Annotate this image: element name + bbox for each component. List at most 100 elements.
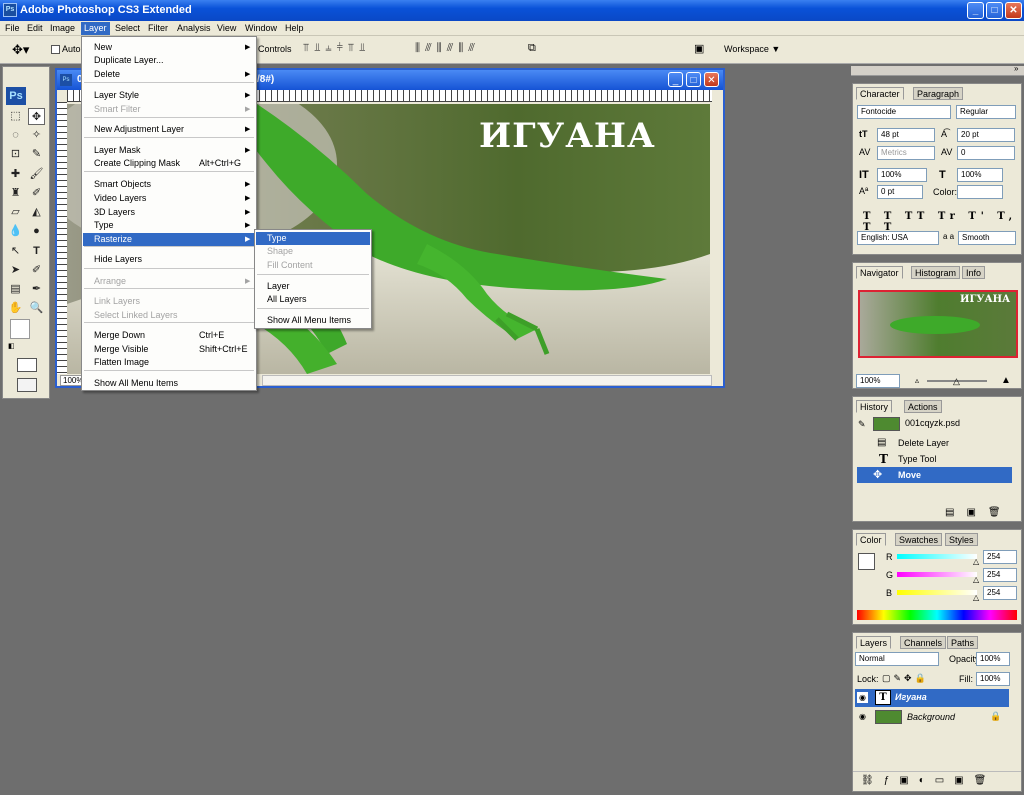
opacity-field[interactable]: 100% xyxy=(976,652,1010,666)
layer-menu-item[interactable]: Flatten Image xyxy=(83,356,255,369)
paint-bucket-icon[interactable]: ◭ xyxy=(28,204,45,221)
color-spectrum-bar[interactable] xyxy=(857,610,1017,620)
auto-select-checkbox[interactable] xyxy=(51,45,60,54)
rasterize-menu-item[interactable]: Show All Menu Items xyxy=(256,314,370,327)
tab-info[interactable]: Info xyxy=(962,266,986,279)
tab-navigator[interactable]: Navigator xyxy=(856,266,903,279)
zoom-tool-icon[interactable]: 🔍 xyxy=(28,300,45,317)
menu-select[interactable]: Select xyxy=(112,22,143,35)
navigator-thumbnail[interactable]: ИГУАНА xyxy=(858,290,1018,358)
tab-swatches[interactable]: Swatches xyxy=(895,533,943,546)
rasterize-menu-item[interactable]: All Layers xyxy=(256,293,370,306)
g-field[interactable]: 254 xyxy=(983,568,1017,582)
direct-selection-icon[interactable]: ➤ xyxy=(7,262,24,279)
layer-menu-item[interactable]: Delete ▶ xyxy=(83,68,255,81)
r-slider-thumb[interactable]: △ xyxy=(973,557,979,566)
marquee-tool-icon[interactable]: ⬚ xyxy=(7,108,24,125)
history-item[interactable]: ▤ Delete Layer xyxy=(857,435,1012,451)
healing-brush-icon[interactable]: ✚ xyxy=(7,166,24,183)
type-tool-icon[interactable]: T xyxy=(28,243,45,260)
crop-tool-icon[interactable]: ⊡ xyxy=(7,146,24,163)
leading-field[interactable]: 20 pt xyxy=(957,128,1015,142)
lock-icons[interactable]: ▢✎✥🔒 xyxy=(882,673,929,684)
layer-menu-item[interactable]: Layer Mask ▶ xyxy=(83,144,255,157)
zoom-out-icon[interactable]: ▵ xyxy=(915,376,919,385)
path-selection-icon[interactable]: ↖ xyxy=(7,243,24,260)
rasterize-menu-item[interactable]: Layer xyxy=(256,280,370,293)
text-style-buttons[interactable]: T T TT Tr T' T, T T xyxy=(863,211,1021,233)
zoom-in-icon[interactable]: ▲ xyxy=(1001,375,1011,386)
auto-align-icon[interactable]: ⧉ xyxy=(528,42,536,55)
kerning-field[interactable]: Metrics xyxy=(877,146,935,160)
color-foreground-swatch[interactable] xyxy=(858,553,875,570)
foreground-color-swatch[interactable] xyxy=(10,319,30,339)
vertical-scale-field[interactable]: 100% xyxy=(877,168,927,182)
move-tool-icon[interactable]: ✥ xyxy=(28,108,45,125)
eraser-tool-icon[interactable]: ▱ xyxy=(7,204,24,221)
layer-menu-item[interactable]: Merge Down Ctrl+E xyxy=(83,329,255,342)
maximize-button[interactable]: □ xyxy=(986,2,1003,19)
history-brush-icon[interactable]: ✐ xyxy=(28,185,45,202)
clone-stamp-icon[interactable]: ♜ xyxy=(7,185,24,202)
menu-view[interactable]: View xyxy=(214,22,239,35)
default-colors-icon[interactable]: ◧ xyxy=(8,342,15,350)
horizontal-scrollbar[interactable] xyxy=(262,375,712,386)
language-select[interactable]: English: USA xyxy=(857,231,939,245)
menu-image[interactable]: Image xyxy=(47,22,78,35)
lasso-tool-icon[interactable]: ◌ xyxy=(7,127,24,144)
history-item-selected[interactable]: ✥ Move xyxy=(857,467,1012,483)
menu-layer[interactable]: Layer xyxy=(81,22,110,35)
b-slider[interactable] xyxy=(897,590,977,595)
tab-color[interactable]: Color xyxy=(856,533,886,546)
r-field[interactable]: 254 xyxy=(983,550,1017,564)
menu-edit[interactable]: Edit xyxy=(24,22,46,35)
layer-menu-item[interactable]: Create Clipping Mask Alt+Ctrl+G xyxy=(83,157,255,170)
menu-file[interactable]: File xyxy=(2,22,23,35)
g-slider-thumb[interactable]: △ xyxy=(973,575,979,584)
history-footer-icons[interactable]: ▤▣🗑 xyxy=(945,507,1013,518)
layer-visibility-eye-icon[interactable]: ◉ xyxy=(857,692,868,703)
rasterize-menu-item[interactable]: Type xyxy=(256,232,370,245)
baseline-shift-field[interactable]: 0 pt xyxy=(877,185,923,199)
notes-tool-icon[interactable]: ▤ xyxy=(7,281,24,298)
tab-paths[interactable]: Paths xyxy=(947,636,979,649)
text-color-swatch[interactable] xyxy=(957,185,1003,199)
layer-menu-item[interactable]: Video Layers ▶ xyxy=(83,192,255,205)
dodge-tool-icon[interactable]: ● xyxy=(28,223,45,240)
minimize-button[interactable]: _ xyxy=(967,2,984,19)
layer-row-selected[interactable]: ◉ T Игуана xyxy=(855,689,1009,707)
hand-tool-icon[interactable]: ✋ xyxy=(7,300,24,317)
tab-layers[interactable]: Layers xyxy=(856,636,892,649)
g-slider[interactable] xyxy=(897,572,977,577)
fill-field[interactable]: 100% xyxy=(976,672,1010,686)
layer-menu-item[interactable]: Duplicate Layer... xyxy=(83,54,255,67)
workspace-button[interactable]: Workspace ▼ xyxy=(724,44,780,54)
layer-menu-item[interactable]: Merge Visible Shift+Ctrl+E xyxy=(83,343,255,356)
layer-menu-item[interactable]: Rasterize ▶ xyxy=(83,233,255,246)
doc-close-button[interactable]: ✕ xyxy=(704,72,719,87)
align-icons[interactable]: ⫪⫫⫨⫩⫪⫫ xyxy=(303,42,370,55)
layer-menu-item[interactable]: Smart Objects ▶ xyxy=(83,178,255,191)
navigator-zoom-field[interactable]: 100% xyxy=(856,374,900,388)
layers-footer-icons[interactable]: ⛓ƒ▣◐▭▣🗑 xyxy=(861,775,996,786)
custom-shape-icon[interactable]: ✐ xyxy=(28,262,45,279)
magic-wand-icon[interactable]: ✧ xyxy=(28,127,45,144)
close-button[interactable]: ✕ xyxy=(1005,2,1022,19)
zoom-slider-thumb[interactable]: △ xyxy=(953,376,960,387)
slice-tool-icon[interactable]: ✎ xyxy=(28,146,45,163)
quick-mask-icon[interactable] xyxy=(17,358,37,372)
layer-menu-item[interactable]: 3D Layers ▶ xyxy=(83,206,255,219)
doc-maximize-button[interactable]: □ xyxy=(686,72,701,87)
layer-menu-item[interactable]: Hide Layers xyxy=(83,253,255,266)
layer-menu-item[interactable]: New Adjustment Layer ▶ xyxy=(83,123,255,136)
move-tool-icon[interactable]: ✥▾ xyxy=(12,42,29,58)
layer-menu-item[interactable]: New ▶ xyxy=(83,41,255,54)
blur-tool-icon[interactable]: 💧 xyxy=(7,223,24,240)
tab-character[interactable]: Character xyxy=(856,87,904,100)
b-field[interactable]: 254 xyxy=(983,586,1017,600)
brush-tool-icon[interactable]: 🖌 xyxy=(28,166,45,183)
horizontal-scale-field[interactable]: 100% xyxy=(957,168,1003,182)
distribute-icons[interactable]: ⫼⫻⫼⫻⫼⫻ xyxy=(415,42,480,55)
tab-history[interactable]: History xyxy=(856,400,893,413)
history-item[interactable]: T Type Tool xyxy=(857,451,1012,467)
